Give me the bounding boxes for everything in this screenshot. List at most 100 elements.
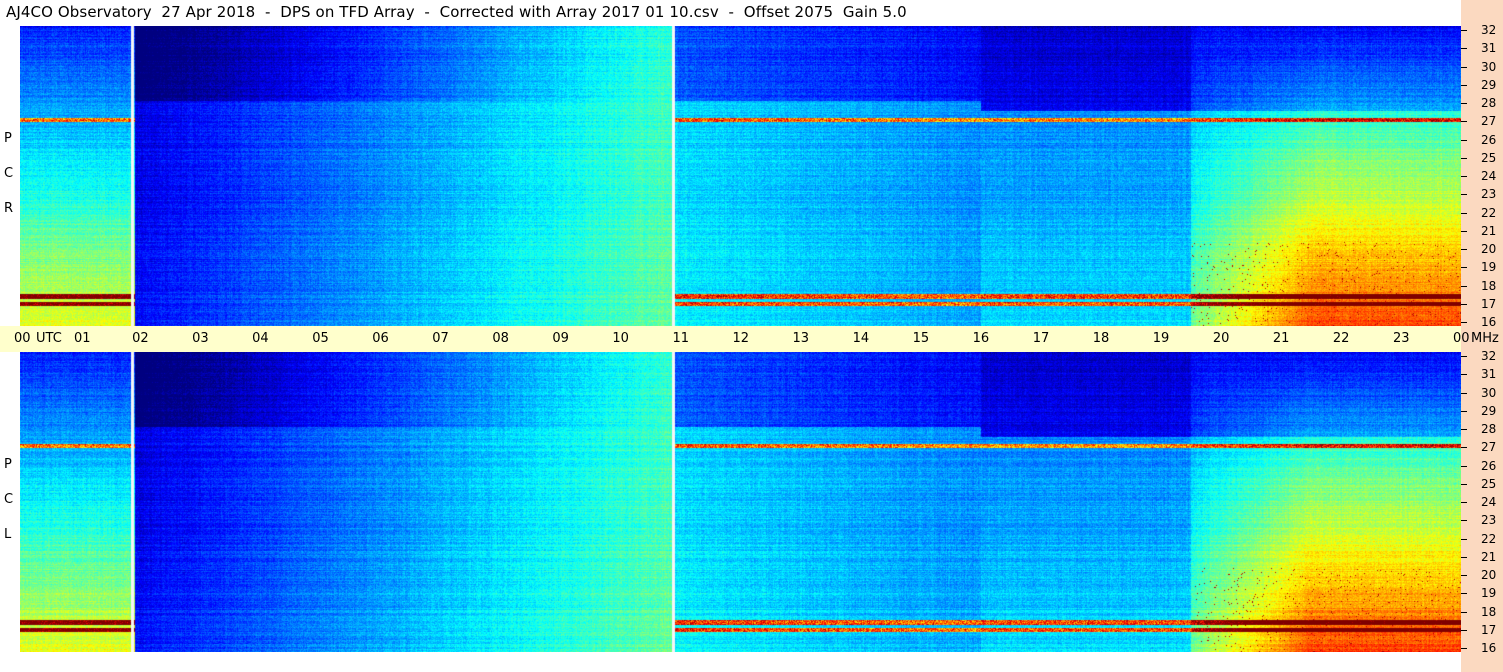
freq-tick-label: 18 (1481, 605, 1497, 619)
freq-tick-label: 28 (1481, 96, 1497, 110)
freq-tick (1461, 484, 1467, 485)
freq-tick (1461, 374, 1467, 375)
freq-tick (1461, 411, 1467, 412)
freq-tick-label: 19 (1481, 260, 1497, 274)
rcp-spectrogram (20, 26, 1461, 326)
freq-tick-label: 30 (1481, 60, 1497, 74)
rcp-heatmap-canvas (20, 26, 1461, 326)
time-tick-label: 02 (132, 331, 149, 346)
freq-tick (1461, 630, 1467, 631)
freq-tick (1461, 213, 1467, 214)
freq-tick (1461, 103, 1467, 104)
freq-tick-label: 27 (1481, 114, 1497, 128)
freq-tick-label: 24 (1481, 495, 1497, 509)
time-tick-label: 03 (192, 331, 209, 346)
freq-tick-label: 25 (1481, 151, 1497, 165)
freq-tick (1461, 140, 1467, 141)
time-tick-label: 06 (372, 331, 389, 346)
lcp-label-char: P (4, 457, 12, 472)
freq-tick-label: 28 (1481, 422, 1497, 436)
freq-tick (1461, 612, 1467, 613)
freq-tick-label: 27 (1481, 440, 1497, 454)
freq-tick-label: 31 (1481, 41, 1497, 55)
freq-tick-label: 31 (1481, 367, 1497, 381)
time-tick-label: 18 (1092, 331, 1110, 346)
lcp-side-label: P C L (0, 352, 20, 652)
freq-tick-label: 30 (1481, 386, 1497, 400)
time-tick-label: 19 (1152, 331, 1170, 346)
freq-tick-label: 20 (1481, 568, 1497, 582)
freq-tick-label: 32 (1481, 349, 1497, 363)
freq-tick (1461, 393, 1467, 394)
freq-tick-label: 20 (1481, 242, 1497, 256)
lcp-heatmap-canvas (20, 352, 1461, 652)
rcp-label-char: P (4, 131, 12, 146)
time-tick-label: 13 (792, 331, 810, 346)
time-tick-label: 15 (912, 331, 930, 346)
freq-tick (1461, 520, 1467, 521)
freq-tick-label: 29 (1481, 404, 1497, 418)
title-bar: AJ4CO Observatory 27 Apr 2018 - DPS on T… (0, 0, 1461, 26)
freq-tick-label: 21 (1481, 224, 1497, 238)
freq-tick (1461, 322, 1467, 323)
rcp-label-char: R (4, 201, 14, 216)
time-tick-label: 20 (1212, 331, 1230, 346)
freq-tick (1461, 267, 1467, 268)
freq-tick (1461, 67, 1467, 68)
freq-tick-label: 16 (1481, 315, 1497, 329)
time-tick-label: 23 (1392, 331, 1410, 346)
freq-tick-label: 23 (1481, 513, 1497, 527)
freq-tick (1461, 48, 1467, 49)
freq-tick (1461, 231, 1467, 232)
time-tick-label: 14 (852, 331, 870, 346)
freq-tick-label: 19 (1481, 586, 1497, 600)
freq-tick (1461, 429, 1467, 430)
time-tick-label: 09 (552, 331, 569, 346)
freq-tick (1461, 575, 1467, 576)
freq-tick-label: 29 (1481, 78, 1497, 92)
time-tick-label: 10 (612, 331, 629, 346)
time-tick-label: 21 (1272, 331, 1290, 346)
freq-tick-label: 25 (1481, 477, 1497, 491)
freq-tick (1461, 30, 1467, 31)
freq-tick-label: 18 (1481, 279, 1497, 293)
freq-tick-label: 22 (1481, 532, 1497, 546)
freq-tick (1461, 304, 1467, 305)
lcp-spectrogram (20, 352, 1461, 652)
lcp-label-char: C (4, 492, 14, 507)
freq-tick (1461, 502, 1467, 503)
time-tick-label: 11 (672, 331, 689, 346)
time-tick-label: 05 (312, 331, 329, 346)
time-axis: 00 UTC 01 02 03 04 05 06 07 08 09 10 11 12 13 14 15 16 17 1… (0, 326, 1499, 352)
freq-tick (1461, 85, 1467, 86)
time-tick-label: 17 (1032, 331, 1050, 346)
time-tick-label: 00 (1453, 331, 1470, 346)
freq-tick (1461, 593, 1467, 594)
time-tick-label: 01 (74, 331, 91, 346)
freq-tick-label: 23 (1481, 187, 1497, 201)
freq-tick-label: 22 (1481, 206, 1497, 220)
freq-tick (1461, 286, 1467, 287)
freq-tick (1461, 121, 1467, 122)
rcp-label-char: C (4, 166, 14, 181)
bottom-strip (0, 652, 1461, 672)
chart-title: AJ4CO Observatory 27 Apr 2018 - DPS on T… (6, 3, 907, 21)
freq-tick (1461, 539, 1467, 540)
freq-tick (1461, 648, 1467, 649)
time-tick-label: UTC (36, 331, 62, 346)
freq-tick-label: 17 (1481, 297, 1497, 311)
lcp-label-char: L (4, 527, 12, 542)
freq-tick (1461, 447, 1467, 448)
freq-tick-label: 17 (1481, 623, 1497, 637)
freq-tick (1461, 356, 1467, 357)
rcp-side-label: P C R (0, 26, 20, 326)
freq-tick (1461, 249, 1467, 250)
time-tick-label: 00 (14, 331, 31, 346)
freq-tick-label: 16 (1481, 641, 1497, 655)
time-tick-label: 04 (252, 331, 269, 346)
time-tick-label: 07 (432, 331, 449, 346)
freq-tick-label: 21 (1481, 550, 1497, 564)
time-tick-label: MHz (1471, 331, 1499, 346)
freq-tick-label: 24 (1481, 169, 1497, 183)
freq-tick-label: 32 (1481, 23, 1497, 37)
